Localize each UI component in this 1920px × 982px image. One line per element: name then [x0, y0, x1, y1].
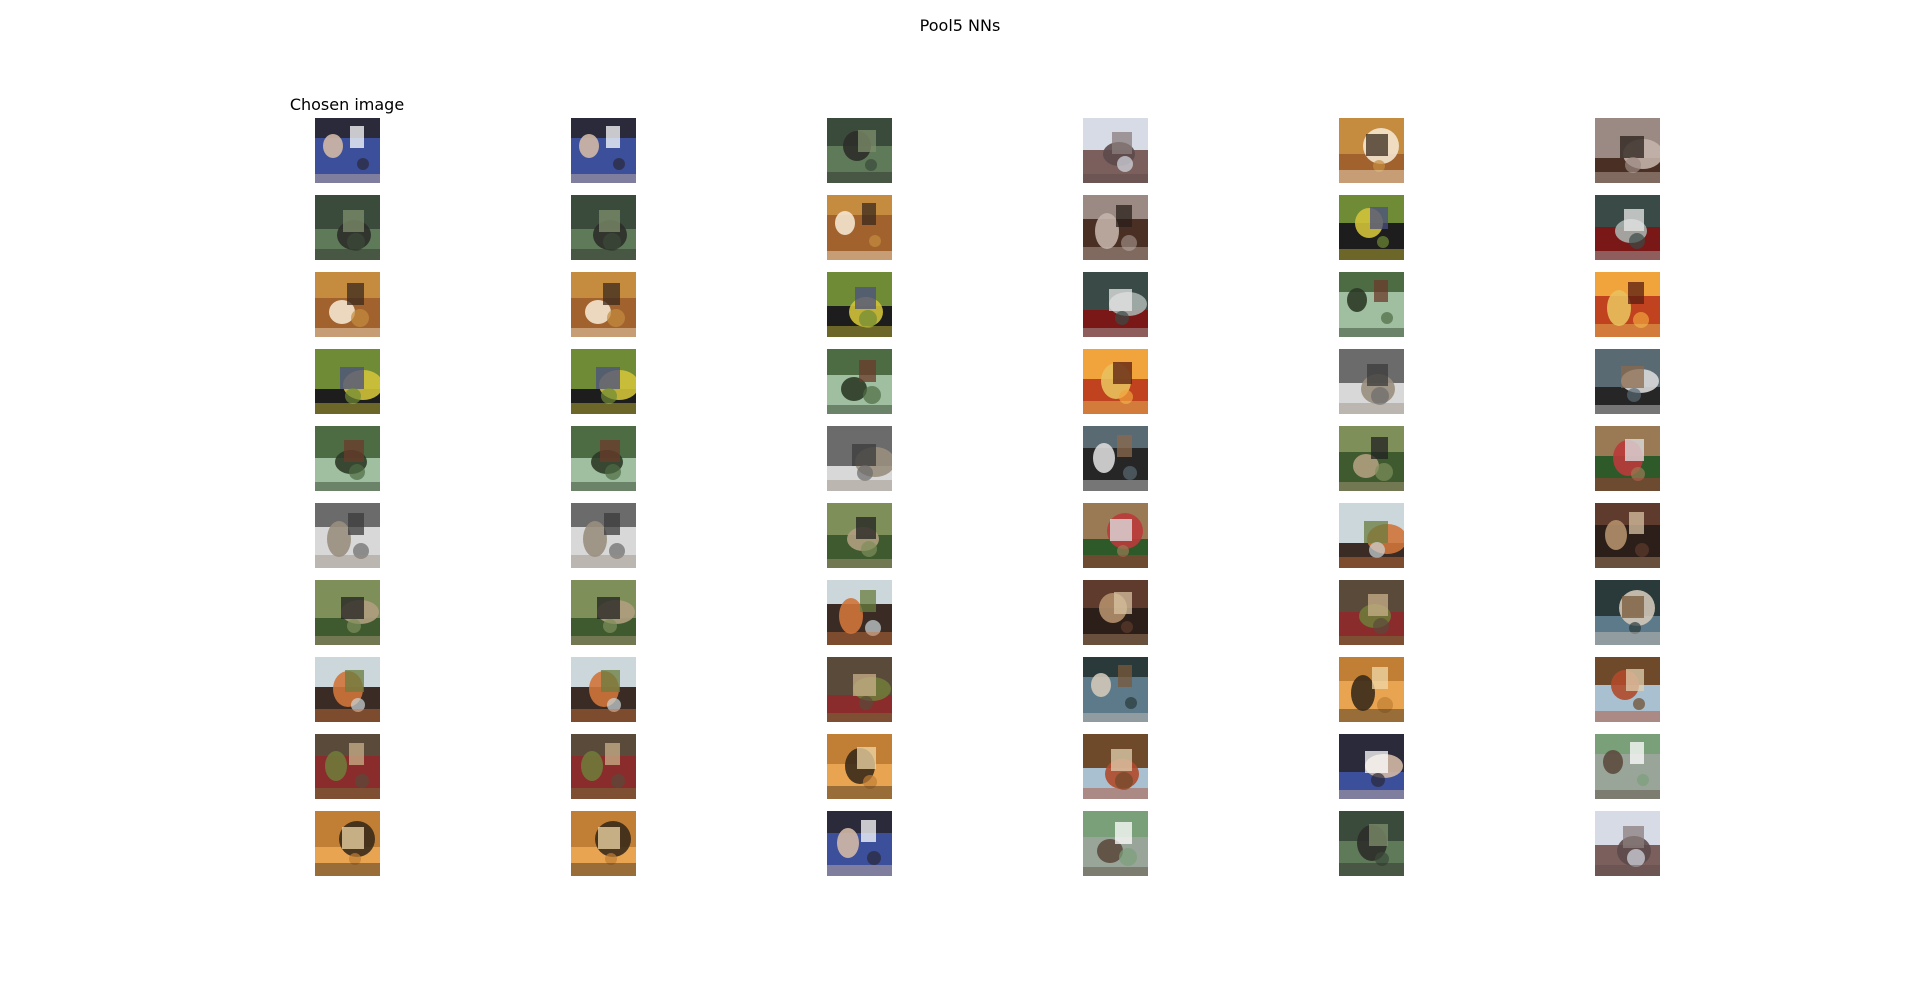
baby-icon — [1339, 657, 1404, 722]
bright-hallway-icon — [1339, 195, 1404, 260]
taxi-street-night-icon — [571, 811, 636, 876]
person-red-jacket-icon — [827, 657, 892, 722]
orange-cat-icon — [1595, 426, 1660, 491]
horse-rider-jump-icon — [571, 580, 636, 645]
warm-room-icon — [315, 426, 380, 491]
red-restaurant-icon — [1595, 811, 1660, 876]
two-women-icon — [1083, 503, 1148, 568]
bw-vintage-car-icon — [1083, 272, 1148, 337]
person-with-dogs-icon — [1083, 580, 1148, 645]
harbor-icon — [1339, 349, 1404, 414]
bw-hill-icon — [1083, 349, 1148, 414]
man-holding-dog-icon — [571, 118, 636, 183]
chosen-image-column-title: Chosen image — [289, 95, 405, 114]
two-people-dark-icon — [1339, 118, 1404, 183]
furniture-room-icon — [571, 503, 636, 568]
dry-hillside-icon — [1595, 580, 1660, 645]
train-on-tracks-icon — [315, 195, 380, 260]
dog-on-grass-icon — [1083, 734, 1148, 799]
cow-under-tree-icon — [571, 734, 636, 799]
people-in-hall-icon — [1083, 195, 1148, 260]
rocky-animals-icon — [1595, 734, 1660, 799]
brick-buildings-icon — [571, 349, 636, 414]
payphone-icon — [1083, 426, 1148, 491]
green-building-icon — [315, 272, 380, 337]
cyclists-icon — [1339, 503, 1404, 568]
horse-rider-jump-icon — [827, 580, 892, 645]
food-plates-icon — [1083, 811, 1148, 876]
brick-buildings-icon — [315, 349, 380, 414]
bw-crowd-icon — [827, 272, 892, 337]
food-table-icon — [827, 811, 892, 876]
city-street-icon — [827, 195, 892, 260]
river-aerial-icon — [1339, 734, 1404, 799]
people-indoors-icon — [1083, 118, 1148, 183]
flower-garden-icon — [827, 426, 892, 491]
child-in-chair-icon — [827, 503, 892, 568]
snarling-dog-icon — [1595, 118, 1660, 183]
train-on-tracks-icon — [571, 195, 636, 260]
orchestra-hall-icon — [1339, 811, 1404, 876]
potted-plants-icon — [1595, 503, 1660, 568]
cat-on-blanket-icon — [1595, 349, 1660, 414]
figure-title: Pool5 NNs — [919, 16, 1001, 35]
furniture-room-icon — [315, 503, 380, 568]
dog-in-red-coat-icon — [315, 657, 380, 722]
computer-desk-icon — [1595, 195, 1660, 260]
horse-rider-jump-icon — [315, 580, 380, 645]
trees-and-path-icon — [1339, 580, 1404, 645]
bus-icon — [1083, 657, 1148, 722]
dog-in-red-coat-icon — [571, 657, 636, 722]
warm-room-icon — [571, 426, 636, 491]
owl-icon — [827, 349, 892, 414]
husky-icon — [1595, 657, 1660, 722]
man-holding-dog-icon — [315, 118, 380, 183]
field-with-goat-icon — [1339, 272, 1404, 337]
green-building-icon — [571, 272, 636, 337]
two-cats-icon — [827, 118, 892, 183]
taxi-street-night-icon — [315, 811, 380, 876]
cow-under-tree-icon — [315, 734, 380, 799]
storefront-icon — [1595, 272, 1660, 337]
horse-jumping-icon — [1339, 426, 1404, 491]
forest-bench-icon — [827, 734, 892, 799]
